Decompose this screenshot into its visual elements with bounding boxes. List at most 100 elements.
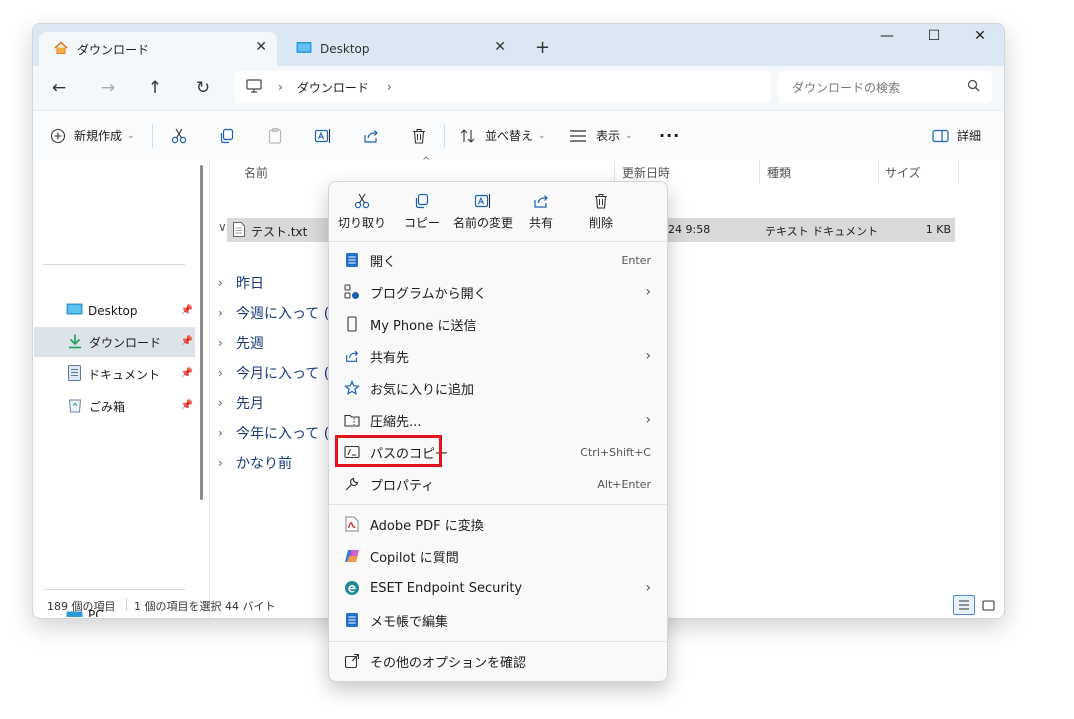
file-type: テキスト ドキュメント — [765, 225, 879, 238]
close-window-button[interactable]: ✕ — [957, 28, 1003, 44]
clipboard-icon — [266, 127, 284, 145]
back-button[interactable]: ← — [47, 78, 71, 98]
command-bar: 新規作成 ⌄ 並べ替え ⌄ 表示 ⌄ ··· 詳細 — [33, 110, 1004, 161]
chevron-right-icon: › — [645, 580, 651, 596]
pin-icon[interactable]: 📌 — [181, 305, 193, 316]
tab-desktop[interactable]: Desktop ✕ — [282, 32, 516, 66]
menu-item-add-favorite[interactable]: お気に入りに追加 — [329, 372, 667, 404]
pin-icon[interactable]: 📌 — [181, 336, 193, 347]
minimize-button[interactable]: — — [864, 28, 910, 44]
close-tab-icon[interactable]: ✕ — [255, 39, 267, 55]
sidebar-item-desktop[interactable]: Desktop 📌 — [34, 296, 195, 326]
cut-button[interactable] — [170, 111, 188, 160]
pin-icon[interactable]: 📌 — [181, 400, 193, 411]
close-tab-icon[interactable]: ✕ — [494, 39, 506, 55]
sidebar-item-label: ごみ箱 — [89, 399, 126, 414]
column-divider[interactable] — [958, 160, 959, 184]
menu-item-shortcut: Alt+Enter — [597, 477, 651, 491]
menu-item-ask-copilot[interactable]: Copilot に質問 — [329, 540, 667, 572]
delete-action[interactable]: 削除 — [574, 190, 628, 231]
address-bar: ← → ↑ ↻ › ダウンロード › ダウンロードの検索 — [33, 66, 1004, 110]
menu-item-send-to-phone[interactable]: My Phone に送信 — [329, 308, 667, 340]
new-button[interactable]: 新規作成 ⌄ — [50, 111, 135, 160]
menu-item-convert-pdf[interactable]: Adobe PDF に変換 — [329, 508, 667, 540]
sort-button[interactable]: 並べ替え ⌄ — [460, 111, 546, 160]
details-label: 詳細 — [957, 129, 982, 143]
tab-downloads[interactable]: ダウンロード ✕ — [39, 32, 277, 66]
sidebar-item-downloads[interactable]: ダウンロード 📌 — [34, 327, 195, 357]
sort-icon — [460, 128, 478, 144]
more-options-button[interactable]: ··· — [659, 111, 680, 160]
menu-item-properties[interactable]: プロパティ Alt+Enter — [329, 468, 667, 500]
paste-button[interactable] — [266, 111, 284, 160]
rename-action[interactable]: 名前の変更 — [451, 190, 515, 231]
copy-action[interactable]: コピー — [395, 190, 449, 231]
copy-button[interactable] — [218, 111, 236, 160]
search-icon — [967, 79, 980, 95]
menu-item-open[interactable]: 開く Enter — [329, 244, 667, 276]
column-date-header[interactable]: 更新日時 — [622, 164, 670, 181]
forward-button[interactable]: → — [96, 78, 120, 98]
group-header[interactable]: › 先月 — [218, 393, 264, 413]
menu-item-edit-notepad[interactable]: メモ帳で編集 — [329, 604, 667, 636]
chevron-right-icon: › — [218, 276, 223, 290]
group-header[interactable]: › 今週に入って (昨 — [218, 303, 343, 323]
item-count: 189 個の項目 — [47, 600, 116, 613]
group-label: 昨日 — [236, 276, 264, 292]
share-button[interactable] — [362, 111, 380, 160]
breadcrumb[interactable]: ダウンロード — [297, 79, 369, 96]
eset-icon — [343, 579, 361, 597]
menu-item-share-with[interactable]: 共有先 › — [329, 340, 667, 372]
desktop-icon — [296, 41, 312, 58]
action-label: 共有 — [528, 216, 553, 230]
group-header[interactable]: › かなり前 — [218, 453, 292, 473]
menu-item-compress[interactable]: 圧縮先... › — [329, 404, 667, 436]
rename-button[interactable] — [314, 111, 332, 160]
delete-button[interactable] — [410, 111, 428, 160]
cut-action[interactable]: 切り取り — [335, 190, 389, 231]
group-header[interactable]: › 先週 — [218, 333, 264, 353]
menu-item-open-with[interactable]: プログラムから開く › — [329, 276, 667, 308]
group-header[interactable]: › 今月に入って (先 — [218, 363, 343, 383]
view-button[interactable]: 表示 ⌄ — [569, 111, 633, 160]
column-type-header[interactable]: 種類 — [767, 164, 791, 181]
new-tab-button[interactable]: + — [535, 37, 550, 58]
column-divider[interactable] — [878, 160, 879, 184]
chevron-right-icon[interactable]: › — [387, 80, 392, 94]
column-name-header[interactable]: 名前 — [244, 164, 268, 181]
details-view-icon — [959, 600, 969, 610]
document-icon — [68, 364, 81, 384]
menu-item-label: プロパティ — [370, 478, 435, 494]
sidebar-item-label: Desktop — [88, 304, 138, 318]
details-pane-button[interactable]: 詳細 — [932, 111, 981, 160]
column-divider[interactable] — [759, 160, 760, 184]
up-button[interactable]: ↑ — [143, 78, 167, 98]
sidebar-scrollbar[interactable] — [200, 165, 203, 500]
chevron-down-icon: ⌄ — [538, 130, 546, 141]
menu-item-eset[interactable]: ESET Endpoint Security › — [329, 572, 667, 604]
menu-item-label: 共有先 — [370, 350, 410, 366]
chevron-down-icon: ⌄ — [625, 130, 633, 141]
sidebar-item-recycle-bin[interactable]: ごみ箱 📌 — [34, 391, 195, 421]
tab-label: ダウンロード — [77, 42, 150, 57]
share-action[interactable]: 共有 — [514, 190, 568, 231]
chevron-right-icon: › — [645, 348, 651, 364]
chevron-right-icon: › — [218, 456, 223, 470]
menu-item-more-options[interactable]: その他のオプションを確認 — [329, 645, 667, 677]
group-header[interactable]: › 昨日 — [218, 273, 264, 293]
group-header[interactable]: › 今年に入って (今 — [218, 423, 343, 443]
details-view-button[interactable] — [953, 595, 975, 615]
menu-item-shortcut: Enter — [621, 253, 651, 267]
tiles-view-button[interactable] — [979, 597, 999, 615]
refresh-button[interactable]: ↻ — [191, 78, 215, 98]
maximize-button[interactable]: ☐ — [911, 28, 957, 44]
search-input[interactable]: ダウンロードの検索 — [778, 71, 992, 103]
column-size-header[interactable]: サイズ — [885, 164, 921, 181]
divider — [126, 598, 127, 611]
path-box[interactable]: › ダウンロード › — [234, 71, 771, 103]
action-label: 切り取り — [337, 216, 386, 230]
pin-icon[interactable]: 📌 — [181, 368, 193, 379]
sidebar-item-documents[interactable]: ドキュメント 📌 — [34, 359, 195, 389]
plus-circle-icon — [50, 128, 66, 144]
adobe-pdf-icon — [343, 515, 361, 533]
